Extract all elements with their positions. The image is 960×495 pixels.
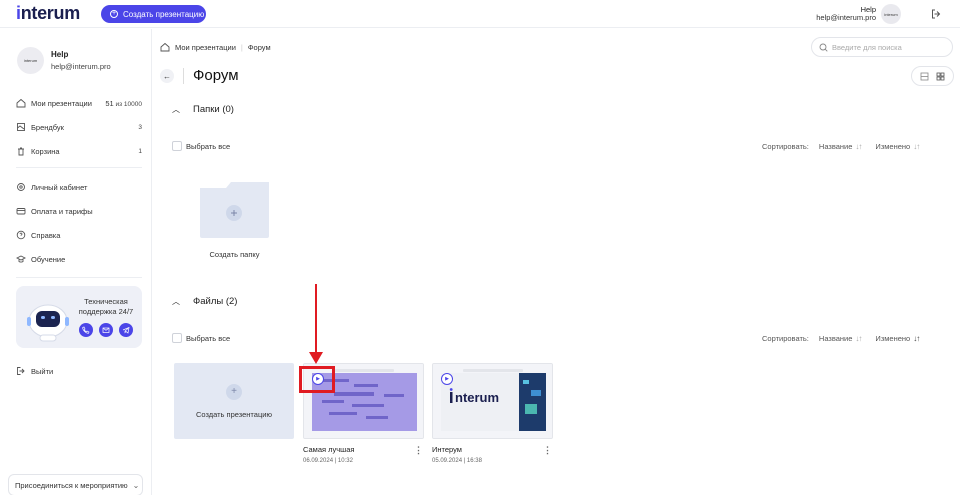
- title-divider: [183, 68, 184, 84]
- presentation-title[interactable]: Интерум: [432, 445, 462, 454]
- interum-logo[interactable]: interum: [16, 3, 80, 24]
- more-options-icon[interactable]: ⋮: [543, 445, 552, 456]
- create-folder-label[interactable]: Создать папку: [198, 250, 271, 259]
- grid-view-icon[interactable]: [936, 72, 945, 81]
- back-button[interactable]: ←: [160, 69, 174, 83]
- logout-icon[interactable]: [929, 7, 943, 21]
- presentation-date: 05.09.2024 | 16:38: [432, 458, 482, 464]
- breadcrumb-current: Форум: [247, 42, 271, 52]
- card-icon: [16, 208, 26, 215]
- chevron-down-icon: ⌄: [132, 480, 140, 490]
- breadcrumb-root[interactable]: Мои презентации: [175, 43, 236, 52]
- support-robot-illustration: [27, 304, 69, 342]
- view-toggle[interactable]: [911, 66, 954, 86]
- sidebar-divider: [16, 167, 142, 168]
- sidebar-item-education[interactable]: Обучение: [16, 252, 142, 266]
- logout-icon: [17, 367, 25, 375]
- create-presentation-button[interactable]: + Создать презентацию: [101, 5, 206, 23]
- folders-sort-controls: Сортировать: Название ↓↑ Изменено ↓↑: [762, 142, 920, 151]
- more-options-icon[interactable]: ⋮: [414, 445, 423, 456]
- sidebar-avatar: interum: [17, 47, 44, 74]
- sidebar-item-help[interactable]: Справка: [16, 228, 142, 242]
- brandbook-icon: [17, 123, 25, 131]
- play-icon[interactable]: ▶: [441, 373, 453, 385]
- plus-circle-icon: +: [110, 10, 118, 18]
- sort-arrows-icon[interactable]: ↓↑: [855, 334, 862, 343]
- search-input[interactable]: Введите для поиска: [811, 37, 953, 57]
- mail-icon[interactable]: [99, 323, 113, 337]
- sidebar-user-name: Help: [51, 50, 69, 59]
- folders-select-all[interactable]: Выбрать все: [172, 141, 230, 151]
- sort-by-name[interactable]: Название: [819, 334, 853, 343]
- sidebar-divider: [16, 277, 142, 278]
- education-icon: [16, 255, 26, 263]
- annotation-highlight-box: [299, 366, 335, 393]
- sort-by-modified[interactable]: Изменено: [875, 142, 910, 151]
- presentation-title[interactable]: Самая лучшая: [303, 445, 354, 454]
- chevron-up-icon[interactable]: ︿: [172, 104, 180, 115]
- page-title: Форум: [193, 67, 239, 84]
- settings-icon: [17, 183, 25, 191]
- sidebar-item-brandbook[interactable]: Брендбук 3: [16, 120, 142, 134]
- annotation-arrow-line: [315, 284, 317, 354]
- sort-arrows-icon[interactable]: ↓↑: [913, 142, 920, 151]
- annotation-arrow-head: [309, 352, 323, 364]
- search-placeholder: Введите для поиска: [832, 42, 902, 52]
- presentation-card[interactable]: nterum ▶: [432, 363, 553, 439]
- trash-icon: [18, 147, 24, 156]
- sidebar-user-email: help@interum.pro: [51, 62, 111, 71]
- sidebar-item-logout[interactable]: Выйти: [16, 364, 142, 378]
- create-folder-card[interactable]: [198, 180, 271, 238]
- help-icon: [16, 230, 26, 240]
- thumbnail-logo-text: nterum: [455, 390, 499, 405]
- search-icon: [819, 43, 828, 52]
- sidebar-item-billing[interactable]: Оплата и тарифы: [16, 204, 142, 218]
- files-section-header[interactable]: ︿ Файлы (2): [172, 296, 237, 307]
- header-user-email: help@interum.pro: [816, 13, 876, 22]
- presentation-date: 06.09.2024 | 10:32: [303, 458, 353, 464]
- breadcrumb: Мои презентации | Форум: [160, 42, 271, 52]
- select-all-checkbox[interactable]: [172, 141, 182, 151]
- chevron-up-icon[interactable]: ︿: [172, 296, 180, 307]
- sort-by-name[interactable]: Название: [819, 142, 853, 151]
- phone-icon[interactable]: [79, 323, 93, 337]
- sort-arrows-icon[interactable]: ↓↑: [913, 334, 920, 343]
- sort-arrows-icon[interactable]: ↓↑: [855, 142, 862, 151]
- create-presentation-card[interactable]: + Создать презентацию: [174, 363, 294, 439]
- select-all-checkbox[interactable]: [172, 333, 182, 343]
- telegram-icon[interactable]: [119, 323, 133, 337]
- sidebar-item-trash[interactable]: Корзина 1: [16, 144, 142, 158]
- join-event-dropdown[interactable]: Присоединиться к мероприятию ⌄: [8, 474, 143, 495]
- sort-by-modified[interactable]: Изменено: [875, 334, 910, 343]
- sidebar-item-my-presentations[interactable]: Мои презентации 51 из 10000: [16, 96, 142, 110]
- home-icon: [160, 42, 170, 52]
- folders-section-header[interactable]: ︿ Папки (0): [172, 104, 234, 115]
- support-text: Техническая поддержка 24/7: [78, 297, 134, 316]
- list-view-icon[interactable]: [920, 72, 929, 81]
- home-icon: [16, 98, 26, 108]
- plus-icon: +: [226, 383, 242, 400]
- files-sort-controls: Сортировать: Название ↓↑ Изменено ↓↑: [762, 334, 920, 343]
- header-avatar[interactable]: interum: [881, 4, 901, 24]
- files-select-all[interactable]: Выбрать все: [172, 333, 230, 343]
- sidebar-item-account[interactable]: Личный кабинет: [16, 180, 142, 194]
